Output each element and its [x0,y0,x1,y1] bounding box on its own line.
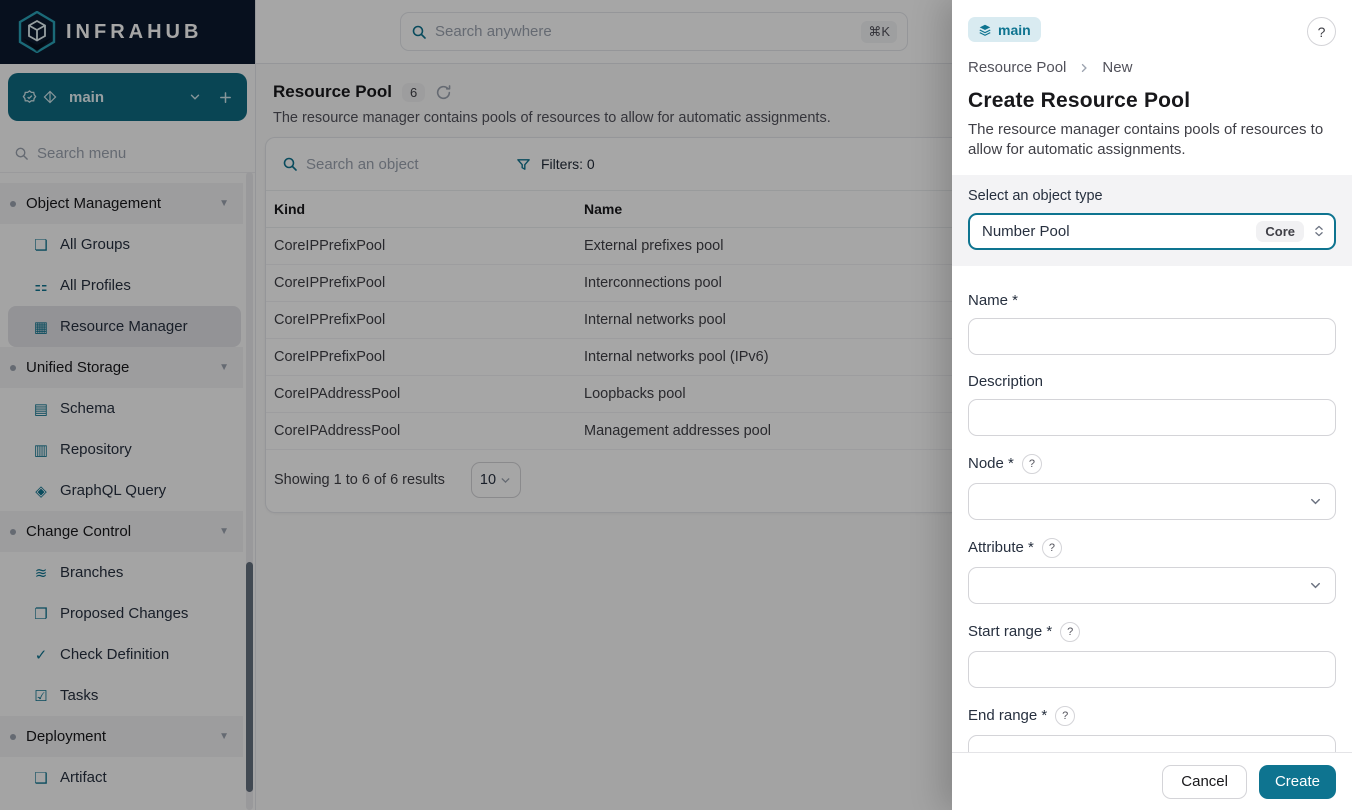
field-label: End range * [968,707,1047,724]
field-start-range: Start range *? [968,622,1336,688]
name-input[interactable] [968,318,1336,355]
node-select[interactable] [968,483,1336,520]
cancel-button[interactable]: Cancel [1162,765,1247,799]
create-button[interactable]: Create [1259,765,1336,799]
field-help-icon[interactable]: ? [1022,454,1042,474]
field-attribute: Attribute *? [968,538,1336,604]
object-type-select[interactable]: Number Pool Core [968,213,1336,250]
breadcrumb: Resource Pool New [968,59,1336,76]
branch-badge: main [968,17,1041,42]
field-label: Start range * [968,623,1052,640]
panel-description: The resource manager contains pools of r… [968,120,1336,161]
description-input[interactable] [968,399,1336,436]
chevron-right-icon [1078,62,1090,74]
field-end-range: End range *? [968,706,1336,753]
field-help-icon[interactable]: ? [1055,706,1075,726]
modal-dim-overlay[interactable] [0,0,952,810]
breadcrumb-resource-pool[interactable]: Resource Pool [968,59,1066,76]
start-range-input[interactable] [968,651,1336,688]
attribute-select[interactable] [968,567,1336,604]
branch-badge-label: main [998,22,1031,38]
help-button[interactable]: ? [1307,17,1336,46]
field-label: Attribute * [968,539,1034,556]
chevron-down-icon [1308,578,1323,593]
field-description: Description [968,373,1336,436]
field-node: Node *? [968,454,1336,520]
field-label: Name * [968,292,1018,309]
app-root: INFRAHUB main ▤IP AddressesObject Manage… [0,0,1352,810]
layers-icon [978,23,992,37]
panel-footer: Cancel Create [952,752,1352,810]
chevron-up-down-icon [1312,224,1326,238]
panel-header: main ? Resource Pool New Create Resource… [952,0,1352,175]
object-type-value: Number Pool [982,223,1248,240]
create-form: Name *DescriptionNode *?Attribute *?Star… [952,266,1352,753]
namespace-badge: Core [1256,221,1304,242]
panel-title: Create Resource Pool [968,89,1336,113]
create-resource-pool-panel: main ? Resource Pool New Create Resource… [952,0,1352,810]
field-label: Node * [968,455,1014,472]
object-type-label: Select an object type [968,188,1336,204]
field-name: Name * [968,292,1336,355]
field-label: Description [968,373,1043,390]
field-help-icon[interactable]: ? [1060,622,1080,642]
object-type-section: Select an object type Number Pool Core [952,175,1352,266]
end-range-input[interactable] [968,735,1336,753]
chevron-down-icon [1308,494,1323,509]
field-help-icon[interactable]: ? [1042,538,1062,558]
breadcrumb-new: New [1102,59,1132,76]
